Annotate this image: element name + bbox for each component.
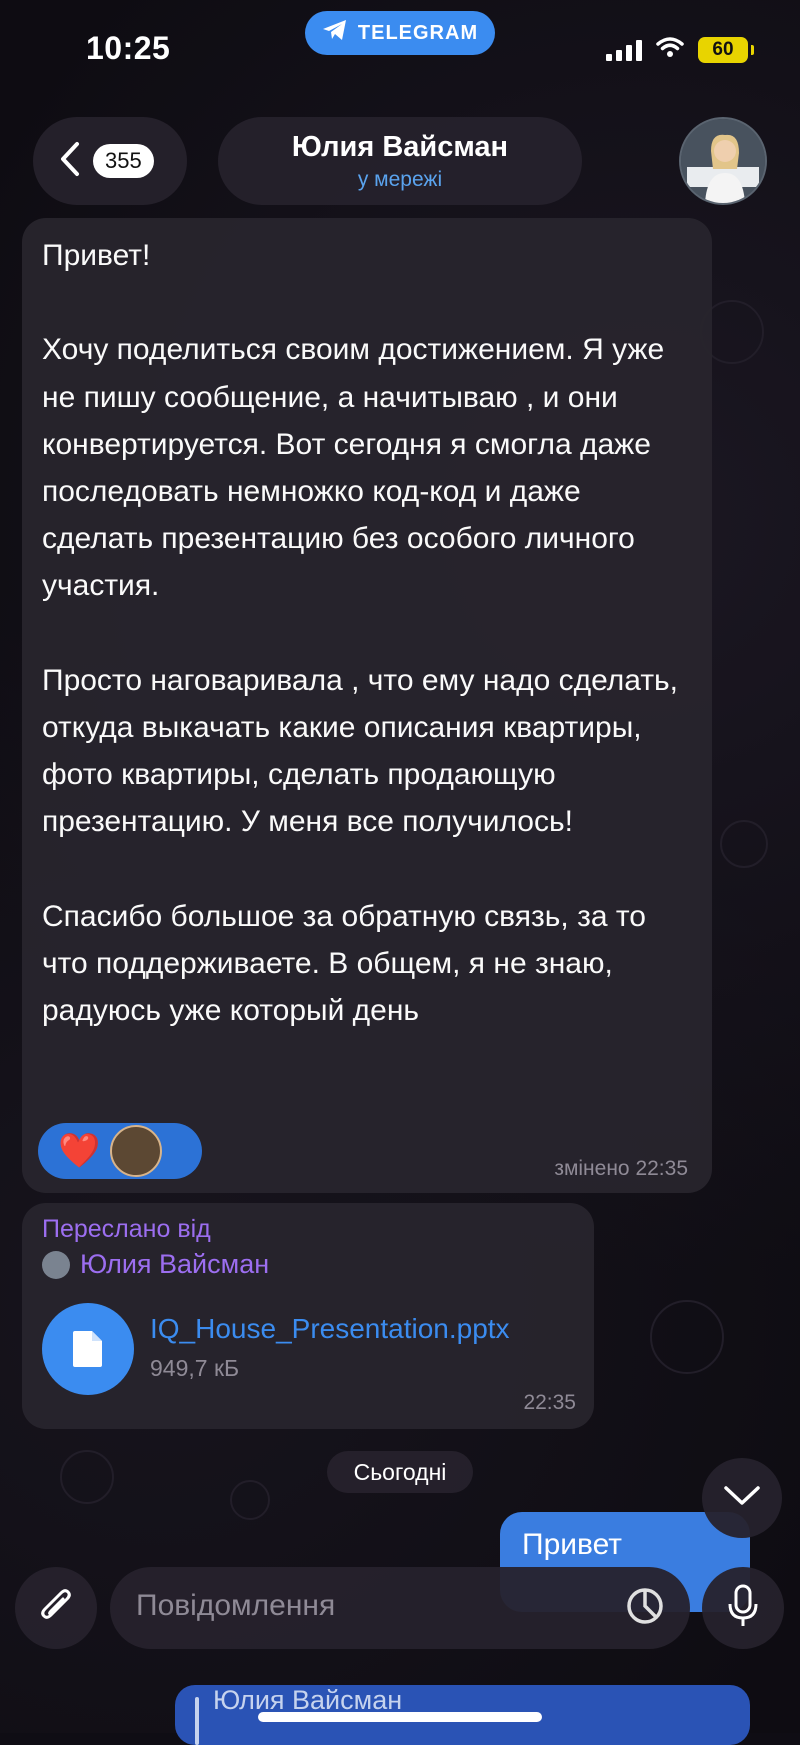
- unread-count-badge: 355: [93, 144, 154, 178]
- microphone-button[interactable]: [702, 1567, 784, 1649]
- forwarded-author-avatar: [42, 1250, 70, 1279]
- cellular-signal-icon: [606, 39, 642, 61]
- contact-avatar[interactable]: [679, 117, 767, 205]
- forwarded-file-message[interactable]: Переслано від Юлия Вайсман IQ_House_Pres…: [22, 1203, 594, 1429]
- chat-title[interactable]: Юлия Вайсман у мережі: [218, 117, 582, 205]
- file-name[interactable]: IQ_House_Presentation.pptx: [150, 1313, 510, 1345]
- wifi-icon: [656, 36, 684, 63]
- outgoing-message-text: Привет: [522, 1528, 623, 1561]
- incoming-message[interactable]: Привет! Хочу поделиться своим достижение…: [22, 218, 712, 1193]
- message-edited-time: змінено 22:35: [554, 1157, 688, 1180]
- heart-reaction-icon: ❤️: [58, 1132, 101, 1170]
- paper-plane-icon: [322, 19, 348, 47]
- chevron-down-icon: [723, 1485, 761, 1512]
- paperclip-icon: [38, 1586, 74, 1631]
- sticker-icon: [625, 1586, 665, 1631]
- quote-bar: [195, 1697, 199, 1745]
- contact-name: Юлия Вайсман: [291, 130, 509, 163]
- file-size: 949,7 кБ: [150, 1355, 240, 1381]
- home-indicator[interactable]: [258, 1712, 542, 1722]
- contact-status: у мережі: [357, 167, 443, 191]
- telegram-pill-label: TELEGRAM: [357, 21, 479, 44]
- reactor-avatar: [110, 1125, 163, 1177]
- scroll-to-bottom-button[interactable]: [702, 1458, 782, 1538]
- battery-icon: 60: [698, 36, 754, 63]
- status-time: 10:25: [86, 30, 171, 66]
- status-icons: 60: [606, 36, 754, 63]
- microphone-icon: [728, 1584, 758, 1633]
- attach-button[interactable]: [15, 1567, 97, 1649]
- message-text: Привет! Хочу поделиться своим достижение…: [42, 239, 679, 1028]
- forwarded-author[interactable]: Юлия Вайсман: [42, 1249, 269, 1280]
- reactions-badge[interactable]: ❤️: [38, 1123, 202, 1179]
- message-time: 22:35: [523, 1391, 576, 1414]
- back-button[interactable]: 355: [33, 117, 187, 205]
- forwarded-label: Переслано від: [42, 1215, 211, 1243]
- chevron-left-icon: [59, 141, 81, 182]
- telegram-pill[interactable]: TELEGRAM: [305, 11, 495, 55]
- message-input[interactable]: Повідомлення: [110, 1567, 690, 1649]
- sticker-button[interactable]: [622, 1585, 668, 1631]
- document-icon[interactable]: [42, 1303, 134, 1395]
- date-separator: Сьогодні: [327, 1451, 473, 1493]
- message-input-placeholder: Повідомлення: [136, 1589, 336, 1622]
- forwarded-author-name: Юлия Вайсман: [80, 1249, 270, 1279]
